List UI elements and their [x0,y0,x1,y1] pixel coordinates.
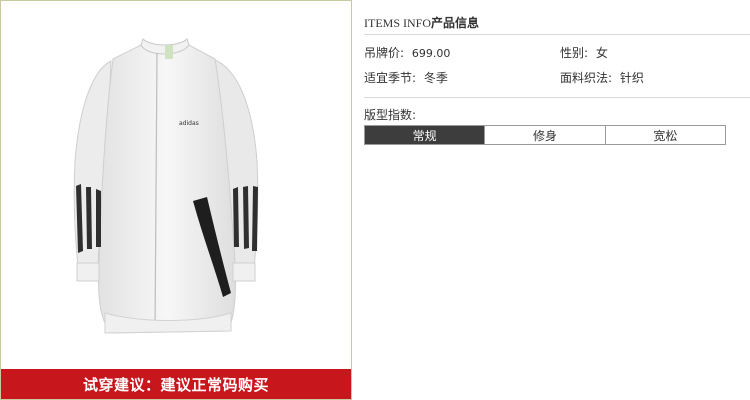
info-row-season: 适宜季节: 冬季 [364,69,448,86]
fit-option-regular[interactable]: 常规 [365,126,485,144]
fabric-value: 针织 [619,71,644,85]
fabric-label: 面料织法: [560,71,613,85]
info-title-cn: 产品信息 [431,16,480,30]
fit-index-label: 版型指数: [364,108,417,122]
info-row-gender: 性别: 女 [560,44,608,61]
fit-index-selector[interactable]: 常规 修身 宽松 [364,125,726,145]
gender-value: 女 [595,46,608,60]
divider [364,34,750,35]
brand-logo: adidas [179,120,199,127]
fit-option-loose[interactable]: 宽松 [604,126,725,144]
jacket-image: adidas [73,38,259,334]
gender-label: 性别: [560,46,589,60]
info-row-price: 吊牌价: 699.00 [364,44,450,61]
divider [364,97,750,98]
info-title: ITEMS INFO产品信息 [364,14,479,31]
price-label: 吊牌价: [364,46,405,60]
info-row-fabric: 面料织法: 针织 [560,69,644,86]
season-value: 冬季 [423,71,448,85]
fit-tip-banner: 试穿建议：建议正常码购买 [1,369,351,399]
product-image-panel: adidas 试穿建议：建议正常码购买 [0,0,352,400]
season-label: 适宜季节: [364,71,417,85]
fit-option-slim[interactable]: 修身 [484,126,604,144]
price-value: 699.00 [411,47,451,60]
info-title-latin: ITEMS INFO [364,16,432,30]
